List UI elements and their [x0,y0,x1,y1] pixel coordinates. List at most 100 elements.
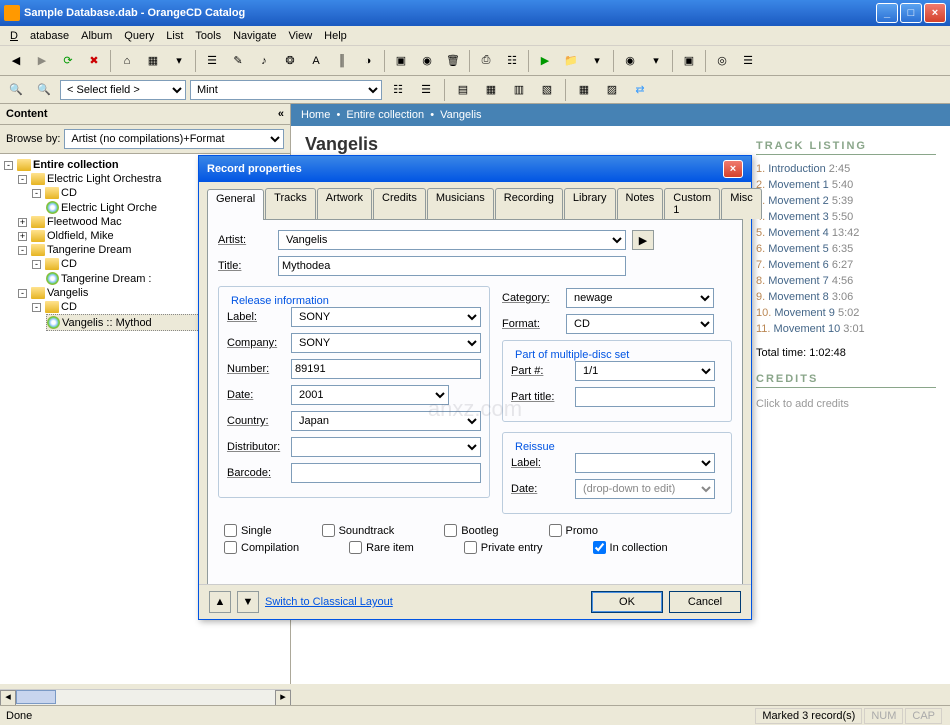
minimize-button[interactable]: _ [876,3,898,23]
cancel-button[interactable]: Cancel [669,591,741,613]
zoom-out-icon[interactable]: 🔍 [32,78,56,102]
tab-tracks[interactable]: Tracks [265,188,316,219]
filter-select[interactable]: Mint [190,80,382,100]
tool-icon[interactable]: ◑ [356,49,380,73]
tool-icon[interactable]: ║ [330,49,354,73]
parttitle-input[interactable] [575,387,715,407]
next-record-button[interactable]: ▼ [237,591,259,613]
menu-list[interactable]: List [160,28,189,44]
tool-icon[interactable]: ☰ [736,49,760,73]
prev-record-button[interactable]: ▲ [209,591,231,613]
label-select[interactable]: SONY [291,307,481,327]
menu-view[interactable]: View [283,28,319,44]
delete-icon[interactable]: 🗑 [441,49,465,73]
dialog-close-button[interactable]: × [723,160,743,178]
menu-help[interactable]: Help [318,28,353,44]
reissue-label-select[interactable] [575,453,715,473]
home-icon[interactable]: ⌂ [115,49,139,73]
stop-icon[interactable]: ✖ [82,49,106,73]
scroll-right-icon[interactable]: ▸ [275,690,291,706]
company-select[interactable]: SONY [291,333,481,353]
chk-incollection[interactable]: In collection [593,541,668,554]
tool-icon[interactable]: ☰ [200,49,224,73]
tab-notes[interactable]: Notes [617,188,664,219]
distributor-select[interactable] [291,437,481,457]
tool-icon[interactable]: ⎙ [474,49,498,73]
tool-icon[interactable]: ▣ [389,49,413,73]
view-icon[interactable]: ☰ [414,78,438,102]
track-row[interactable]: 10. Movement 9 5:02 [756,305,936,321]
track-row[interactable]: 8. Movement 7 4:56 [756,273,936,289]
tool-icon[interactable]: ❂ [278,49,302,73]
tool-icon[interactable]: ✎ [226,49,250,73]
menu-album[interactable]: Album [75,28,118,44]
track-row[interactable]: 5. Movement 4 13:42 [756,225,936,241]
track-row[interactable]: 6. Movement 5 6:35 [756,241,936,257]
view-icon[interactable]: ▨ [600,78,624,102]
artist-select[interactable]: Vangelis [278,230,626,250]
tool-icon[interactable]: ♪ [252,49,276,73]
view-icon[interactable]: ▦ [572,78,596,102]
chk-rare[interactable]: Rare item [349,541,414,554]
dialog-titlebar[interactable]: Record properties × [199,156,751,182]
switch-layout-link[interactable]: Switch to Classical Layout [265,596,393,608]
tab-custom-1[interactable]: Custom 1 [664,188,720,219]
grid-icon[interactable]: ▦ [141,49,165,73]
tool-icon[interactable]: ◉ [415,49,439,73]
tab-recording[interactable]: Recording [495,188,563,219]
track-row[interactable]: 11. Movement 10 3:01 [756,321,936,337]
format-select[interactable]: CD [566,314,714,334]
crumb-collection[interactable]: Entire collection [346,109,424,121]
refresh-icon[interactable]: ⟳ [56,49,80,73]
folder-icon[interactable]: 📁 [559,49,583,73]
sync-icon[interactable]: ⇄ [628,78,652,102]
tool-icon[interactable]: ▣ [677,49,701,73]
track-row[interactable]: 3. Movement 2 5:39 [756,193,936,209]
browse-by-select[interactable]: Artist (no compilations)+Format [64,129,284,149]
track-row[interactable]: 2. Movement 1 5:40 [756,177,936,193]
menu-database[interactable]: Database [4,28,75,44]
view-icon[interactable]: ▦ [479,78,503,102]
barcode-input[interactable] [291,463,481,483]
tab-general[interactable]: General [207,189,264,220]
chk-single[interactable]: Single [224,524,272,537]
dropdown-icon[interactable]: ▾ [167,49,191,73]
scroll-thumb[interactable] [16,690,56,704]
tool-icon[interactable]: ▾ [644,49,668,73]
category-select[interactable]: newage [566,288,714,308]
country-select[interactable]: Japan [291,411,481,431]
track-row[interactable]: 1. Introduction 2:45 [756,161,936,177]
add-credits-link[interactable]: Click to add credits [756,394,936,414]
chk-promo[interactable]: Promo [549,524,598,537]
scroll-left-icon[interactable]: ◂ [0,690,16,706]
track-row[interactable]: 7. Movement 6 6:27 [756,257,936,273]
view-icon[interactable]: ▧ [535,78,559,102]
tab-library[interactable]: Library [564,188,616,219]
nav-back-icon[interactable]: ◀ [4,49,28,73]
reissue-date-select[interactable]: (drop-down to edit) [575,479,715,499]
nav-fwd-icon[interactable]: ▶ [30,49,54,73]
tab-artwork[interactable]: Artwork [317,188,372,219]
menu-tools[interactable]: Tools [189,28,227,44]
artist-lookup-button[interactable]: ▶ [632,230,654,250]
view-icon[interactable]: ☷ [386,78,410,102]
play-icon[interactable]: ▶ [533,49,557,73]
tool-icon[interactable]: ◎ [710,49,734,73]
close-button[interactable]: × [924,3,946,23]
chk-bootleg[interactable]: Bootleg [444,524,498,537]
sidebar-hscroll[interactable]: ◂ ▸ [0,689,291,705]
tool-icon[interactable]: A [304,49,328,73]
track-row[interactable]: 4. Movement 3 5:50 [756,209,936,225]
view-icon[interactable]: ▤ [451,78,475,102]
partnum-select[interactable]: 1/1 [575,361,715,381]
sidebar-collapse-icon[interactable]: « [278,108,284,120]
menu-query[interactable]: Query [118,28,160,44]
menu-navigate[interactable]: Navigate [227,28,282,44]
track-row[interactable]: 9. Movement 8 3:06 [756,289,936,305]
tool-icon[interactable]: ▾ [585,49,609,73]
number-input[interactable] [291,359,481,379]
chk-soundtrack[interactable]: Soundtrack [322,524,395,537]
crumb-artist[interactable]: Vangelis [440,109,481,121]
chk-compilation[interactable]: Compilation [224,541,299,554]
ok-button[interactable]: OK [591,591,663,613]
